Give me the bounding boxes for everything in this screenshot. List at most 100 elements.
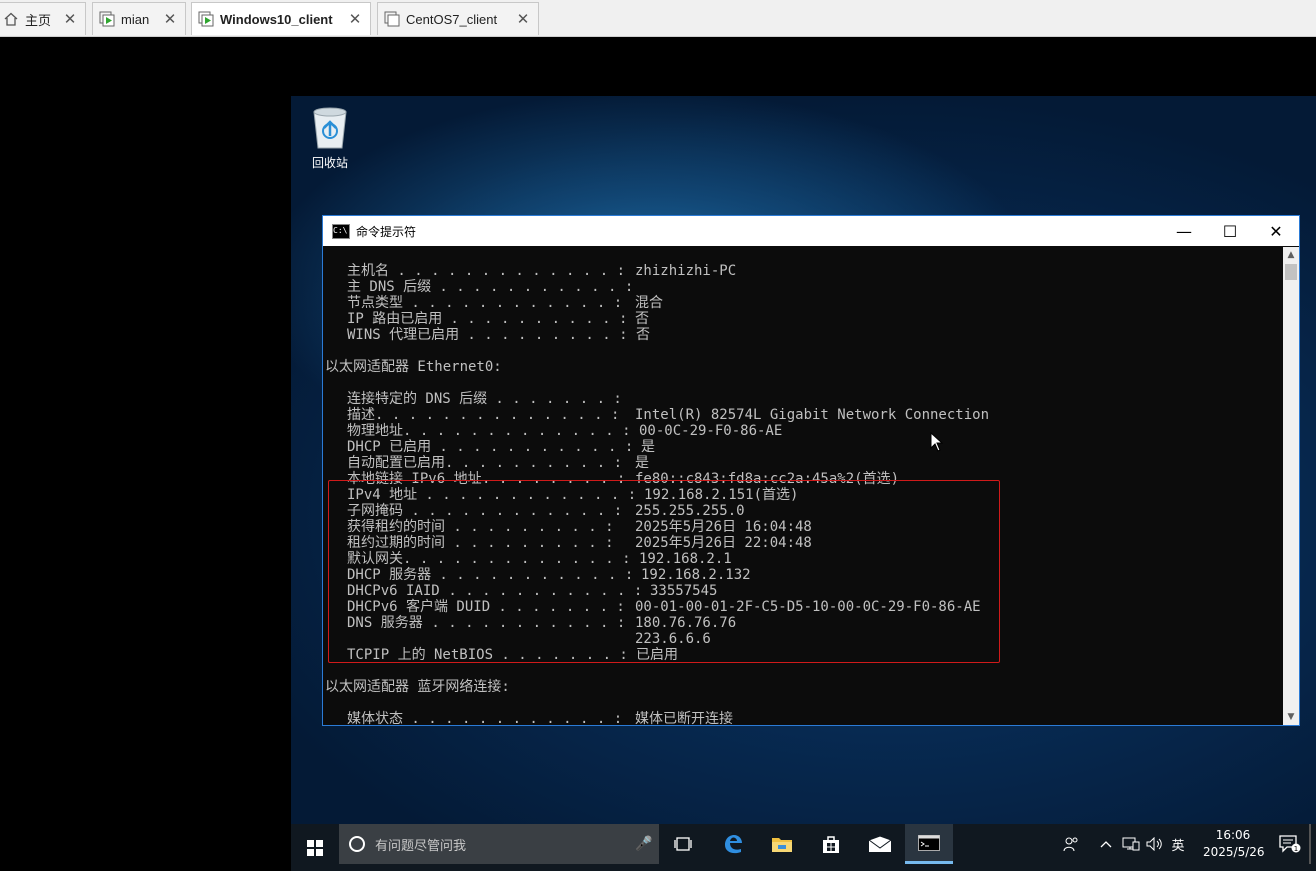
- scroll-up-icon[interactable]: ▲: [1283, 247, 1299, 263]
- window-title: 命令提示符: [356, 224, 417, 239]
- taskbar: 有问题尽管问我 🎤 英 16:06 2025/5/26 1: [291, 824, 1316, 871]
- search-placeholder: 有问题尽管问我: [375, 838, 467, 854]
- ipconfig-dots: . . . . . . . . . . . :: [431, 567, 634, 583]
- notification-icon: 1: [1279, 835, 1301, 853]
- ipconfig-value: 00-0C-29-F0-86-AE: [639, 423, 783, 439]
- ipconfig-key: DHCP 服务器: [347, 567, 432, 583]
- microphone-icon[interactable]: 🎤: [629, 836, 659, 852]
- mail-button[interactable]: [856, 824, 904, 864]
- ipconfig-value: 否: [636, 327, 650, 343]
- file-explorer-button[interactable]: [758, 824, 806, 864]
- mouse-cursor-icon: [930, 432, 944, 452]
- ipconfig-key: 媒体状态: [347, 711, 403, 725]
- ipconfig-key: IP 路由已启用: [347, 311, 443, 327]
- window-titlebar[interactable]: C:\ 命令提示符 — ☐ ✕: [323, 216, 1299, 246]
- windows-logo-icon: [307, 839, 323, 856]
- folder-icon: [772, 838, 792, 852]
- ipconfig-value: 媒体已断开连接: [635, 711, 733, 725]
- close-icon[interactable]: ✕: [346, 10, 364, 28]
- ipconfig-dots: . . . . . . . . . . . . :: [403, 711, 623, 725]
- close-button[interactable]: ✕: [1253, 216, 1299, 246]
- ipconfig-dots: . . . . . . . :: [490, 599, 625, 615]
- minimize-button[interactable]: —: [1161, 216, 1207, 246]
- ipconfig-value: 2025年5月26日 22:04:48: [635, 535, 812, 551]
- ipconfig-dots: . . . . . . . . . . . . . :: [403, 423, 631, 439]
- store-icon: [823, 836, 839, 853]
- recycle-bin-icon: [310, 106, 350, 150]
- ipconfig-dots: . . . . . . . . . . . . . :: [403, 551, 631, 567]
- ipconfig-value: 255.255.255.0: [635, 503, 745, 519]
- vm-running-icon: [99, 11, 115, 27]
- ipconfig-value: 192.168.2.151(首选): [644, 487, 799, 503]
- ipconfig-dots: . . . . . . . . . . . :: [440, 583, 643, 599]
- recycle-bin[interactable]: 回收站: [303, 106, 357, 171]
- mail-icon: [868, 836, 892, 852]
- scrollbar[interactable]: ▲ ▼: [1283, 247, 1299, 725]
- ipconfig-key: DNS 服务器: [347, 615, 423, 631]
- cmd-window[interactable]: C:\ 命令提示符 — ☐ ✕ 主机名 . . . . . . . . . . …: [322, 215, 1300, 726]
- ipconfig-key: 子网掩码: [347, 503, 403, 519]
- close-icon[interactable]: ✕: [514, 10, 532, 28]
- close-icon[interactable]: ✕: [61, 10, 79, 28]
- scrollbar-thumb[interactable]: [1285, 264, 1297, 280]
- ipconfig-dots: . . . . . . . . . . . :: [431, 279, 634, 295]
- ipconfig-dots: . . . . . . . . . :: [445, 535, 614, 551]
- ipconfig-key: DHCPv6 IAID: [347, 583, 440, 599]
- ipconfig-value: fe80::c843:fd8a:cc2a:45a%2(首选): [635, 471, 900, 487]
- tab-centos7-client[interactable]: CentOS7_client ✕: [377, 2, 539, 35]
- ipconfig-value: 180.76.76.76: [635, 615, 737, 631]
- home-icon: [3, 11, 19, 27]
- adapter-header: 以太网适配器 Ethernet0:: [325, 359, 502, 375]
- ipconfig-key: 获得租约的时间: [347, 519, 445, 535]
- task-view-icon: [674, 837, 692, 851]
- ipconfig-key: WINS 代理已启用: [347, 327, 460, 343]
- ipconfig-dots: . . . . . . . . . :: [445, 519, 614, 535]
- tab-label: Windows10_client: [220, 11, 333, 27]
- ipconfig-key: 主 DNS 后缀: [347, 279, 432, 295]
- ipconfig-dots: . . . . . . . . . . . . . :: [389, 263, 626, 279]
- ipconfig-key: 物理地址: [347, 423, 403, 439]
- search-box[interactable]: 有问题尽管问我 🎤: [339, 824, 659, 864]
- ipconfig-value: 是: [635, 455, 649, 471]
- tab-label: CentOS7_client: [406, 11, 498, 27]
- maximize-button[interactable]: ☐: [1207, 216, 1253, 246]
- edge-button[interactable]: [709, 824, 757, 864]
- volume-icon[interactable]: [1144, 824, 1166, 864]
- ipconfig-dots: . . . . . . . . . . . :: [431, 439, 634, 455]
- ipconfig-dots: . . . . . . . :: [493, 647, 628, 663]
- ipconfig-value: 33557545: [650, 583, 718, 599]
- cmd-taskbar-button[interactable]: [905, 824, 953, 864]
- tab-mian[interactable]: mian ✕: [92, 2, 186, 35]
- ipconfig-key: TCPIP 上的 NetBIOS: [347, 647, 494, 663]
- store-button[interactable]: [807, 824, 855, 864]
- action-center-button[interactable]: 1: [1276, 824, 1304, 864]
- ipconfig-key: DHCP 已启用: [347, 439, 432, 455]
- close-icon[interactable]: ✕: [161, 10, 179, 28]
- task-view-button[interactable]: [659, 824, 707, 864]
- ime-indicator[interactable]: 英: [1168, 824, 1188, 864]
- ipconfig-value: 00-01-00-01-2F-C5-D5-10-00-0C-29-F0-86-A…: [635, 599, 981, 615]
- ipconfig-key: 主机名: [347, 263, 389, 279]
- show-desktop-button[interactable]: [1309, 824, 1311, 864]
- clock-date: 2025/5/26: [1203, 845, 1265, 859]
- clock[interactable]: 16:06 2025/5/26: [1203, 827, 1265, 861]
- ipconfig-value: 192.168.2.1: [639, 551, 732, 567]
- tab-home[interactable]: 主页 ✕: [0, 2, 86, 35]
- ipconfig-dots: . . . . . . . :: [487, 391, 622, 407]
- ipconfig-key: 节点类型: [347, 295, 403, 311]
- ipconfig-key: 默认网关: [347, 551, 403, 567]
- notification-count: 1: [1294, 845, 1298, 853]
- chevron-up-icon[interactable]: [1097, 824, 1115, 864]
- tab-label: mian: [121, 11, 150, 27]
- adapter-header: 以太网适配器 蓝牙网络连接:: [325, 679, 510, 695]
- scroll-down-icon[interactable]: ▼: [1283, 709, 1299, 725]
- start-button[interactable]: [291, 824, 339, 871]
- ipconfig-value: 223.6.6.6: [635, 631, 711, 647]
- network-icon[interactable]: [1120, 824, 1142, 864]
- console-output[interactable]: 主机名 . . . . . . . . . . . . . : zhizhizhi…: [323, 247, 1284, 725]
- ipconfig-value: 混合: [635, 295, 663, 311]
- cortana-icon: [349, 836, 365, 852]
- tab-windows10-client[interactable]: Windows10_client ✕: [191, 2, 371, 35]
- ipconfig-key: 租约过期的时间: [347, 535, 445, 551]
- people-icon[interactable]: [1059, 824, 1083, 864]
